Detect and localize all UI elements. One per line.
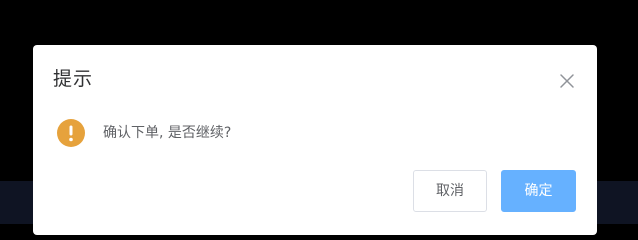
- dialog-body: 确认下单, 是否继续?: [57, 117, 577, 147]
- warning-icon: [57, 119, 85, 147]
- confirm-button[interactable]: 确定: [501, 170, 576, 212]
- cancel-button[interactable]: 取消: [413, 170, 487, 212]
- dialog-title: 提示: [53, 68, 94, 90]
- dialog-header: 提示: [33, 45, 597, 115]
- close-icon: [559, 73, 575, 89]
- close-button[interactable]: [559, 73, 575, 89]
- dialog-message: 确认下单, 是否继续?: [103, 125, 232, 141]
- message-box-dialog: 提示 确认下单, 是否继续? 取消 确定: [33, 45, 597, 235]
